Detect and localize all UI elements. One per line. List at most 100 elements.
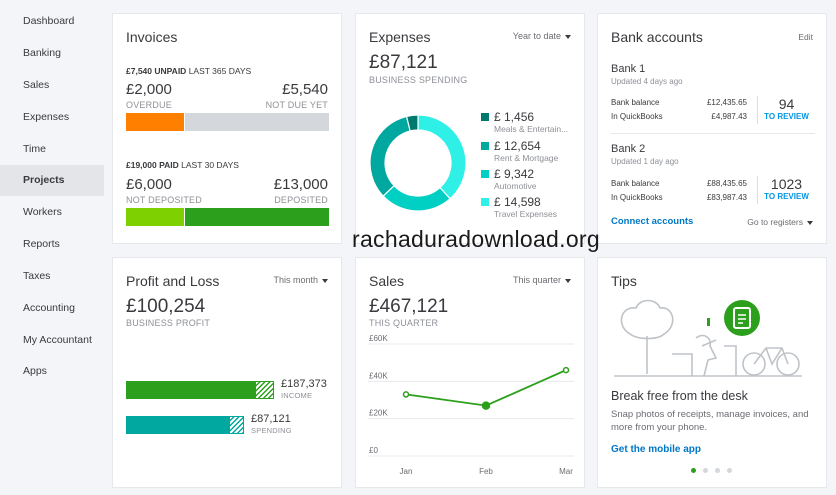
- carousel-dot-4[interactable]: [727, 468, 732, 473]
- sales-period-label: This quarter: [512, 275, 561, 285]
- deposited-value: £13,000: [273, 176, 328, 193]
- paid-summary: £19,000 PAID LAST 30 DAYS: [126, 160, 239, 170]
- bank-2-review-link[interactable]: TO REVIEW: [758, 192, 815, 201]
- y-tick-label: £20K: [369, 409, 388, 418]
- bank-1-name[interactable]: Bank 1: [611, 63, 645, 75]
- income-bar: [126, 381, 255, 399]
- nav-accounting[interactable]: Accounting: [0, 293, 104, 324]
- edit-button[interactable]: Edit: [798, 32, 813, 42]
- deposited-label: DEPOSITED: [274, 195, 328, 205]
- bank-2-review-count[interactable]: 1023: [758, 176, 815, 192]
- get-mobile-app-link[interactable]: Get the mobile app: [611, 444, 701, 455]
- expenses-donut-chart[interactable]: [368, 113, 468, 213]
- bank-2-qb-label: In QuickBooks: [611, 193, 663, 202]
- sidebar: Dashboard Banking Sales Expenses Time Pr…: [0, 0, 104, 495]
- chevron-down-icon: [807, 220, 813, 225]
- sales-total: £467,121: [369, 296, 449, 317]
- sales-period-dropdown[interactable]: This quarter: [513, 275, 571, 285]
- pnl-period-label: This month: [273, 275, 318, 285]
- spending-bar-track[interactable]: [126, 416, 244, 434]
- spending-value: £87,121: [251, 413, 291, 425]
- bank-accounts-card: Bank accounts Edit Bank 1 Updated 4 days…: [597, 13, 827, 244]
- nav-taxes[interactable]: Taxes: [0, 261, 104, 292]
- not-due-bar[interactable]: [185, 113, 329, 131]
- y-tick-label: £40K: [369, 371, 388, 380]
- y-tick-label: £60K: [369, 334, 388, 343]
- sales-total-label: THIS QUARTER: [369, 318, 439, 328]
- paid-amount: £19,000 PAID: [126, 160, 179, 170]
- bank-2-name[interactable]: Bank 2: [611, 143, 645, 155]
- pnl-total-label: BUSINESS PROFIT: [126, 318, 211, 328]
- overdue-value: £2,000: [126, 81, 172, 98]
- bank-1-balance: £12,435.65: [706, 98, 747, 107]
- sales-point-jan[interactable]: [402, 391, 410, 398]
- expenses-total-label: BUSINESS SPENDING: [369, 75, 468, 85]
- bank-1-qb-label: In QuickBooks: [611, 112, 663, 121]
- expenses-period-label: Year to date: [512, 31, 561, 41]
- invoices-title: Invoices: [126, 29, 178, 45]
- expenses-period-dropdown[interactable]: Year to date: [513, 31, 571, 41]
- tips-card: Tips Break free from the desk Snap photo…: [597, 257, 827, 488]
- not-deposited-bar[interactable]: [126, 208, 184, 226]
- x-tick-label: Mar: [559, 467, 573, 476]
- y-tick-label: £0: [369, 446, 378, 455]
- tips-title: Tips: [611, 273, 637, 289]
- carousel-dot-3[interactable]: [715, 468, 720, 473]
- carousel-dot-1[interactable]: [691, 468, 696, 473]
- nav-dashboard[interactable]: Dashboard: [0, 6, 104, 37]
- spending-bar-hatch: [229, 416, 244, 434]
- unpaid-amount: £7,540 UNPAID: [126, 66, 187, 76]
- nav-banking[interactable]: Banking: [0, 38, 104, 69]
- nav-workers[interactable]: Workers: [0, 197, 104, 228]
- nav-expenses[interactable]: Expenses: [0, 102, 104, 133]
- bank-2-qb: £83,987.43: [706, 193, 747, 202]
- connect-accounts-link[interactable]: Connect accounts: [611, 216, 693, 227]
- legend-swatch-rent: [481, 142, 489, 150]
- tips-headline: Break free from the desk: [611, 389, 748, 403]
- nav-sales[interactable]: Sales: [0, 70, 104, 101]
- income-label: INCOME: [281, 391, 313, 400]
- bank-1-review-count[interactable]: 94: [758, 96, 815, 112]
- nav-time[interactable]: Time: [0, 134, 104, 165]
- bank-1-review-link[interactable]: TO REVIEW: [758, 112, 815, 121]
- sales-line-chart[interactable]: £60K £40K £20K £0 Jan Feb Mar: [356, 334, 584, 484]
- watermark-text: rachaduradownload.org: [352, 226, 600, 252]
- legend-swatch-meals: [481, 113, 489, 121]
- go-to-registers-label: Go to registers: [747, 217, 803, 227]
- overdue-bar[interactable]: [126, 113, 184, 131]
- sales-point-mar[interactable]: [562, 366, 570, 374]
- legend-value-meals: £ 1,456: [494, 110, 535, 124]
- income-value: £187,373: [281, 378, 327, 390]
- nav-reports[interactable]: Reports: [0, 229, 104, 260]
- bank-2-balance-label: Bank balance: [611, 179, 660, 188]
- legend-label-meals: Meals & Entertain...: [494, 124, 569, 134]
- profit-loss-card: Profit and Loss This month £100,254 BUSI…: [112, 257, 342, 488]
- sales-title: Sales: [369, 273, 405, 289]
- legend-value-travel: £ 14,598: [494, 195, 541, 209]
- carousel-dot-2[interactable]: [703, 468, 708, 473]
- nav-projects[interactable]: Projects: [0, 165, 104, 196]
- x-tick-label: Jan: [400, 467, 413, 476]
- spending-label: SPENDING: [251, 426, 292, 435]
- legend-label-automotive: Automotive: [494, 181, 537, 191]
- donut-slice-travel[interactable]: [417, 114, 467, 200]
- chevron-down-icon: [322, 278, 328, 283]
- donut-slice-automotive[interactable]: [382, 184, 451, 212]
- expenses-card: Expenses Year to date £87,121 BUSINESS S…: [355, 13, 585, 244]
- bank-accounts-title: Bank accounts: [611, 29, 703, 45]
- donut-slice-rent[interactable]: [369, 115, 411, 197]
- deposited-bar[interactable]: [185, 208, 329, 226]
- go-to-registers-dropdown[interactable]: Go to registers: [747, 217, 813, 227]
- expenses-total: £87,121: [369, 52, 438, 73]
- overdue-label: OVERDUE: [126, 100, 172, 110]
- chevron-down-icon: [565, 34, 571, 39]
- income-bar-track[interactable]: [126, 381, 274, 399]
- nav-apps[interactable]: Apps: [0, 356, 104, 387]
- legend-swatch-automotive: [481, 170, 489, 178]
- sales-point-feb[interactable]: [481, 401, 491, 410]
- sales-line: [405, 369, 567, 407]
- nav-my-accountant[interactable]: My Accountant: [0, 325, 104, 356]
- mobile-app-illustration: [614, 299, 802, 377]
- pnl-period-dropdown[interactable]: This month: [273, 275, 328, 285]
- not-due-label: NOT DUE YET: [265, 100, 328, 110]
